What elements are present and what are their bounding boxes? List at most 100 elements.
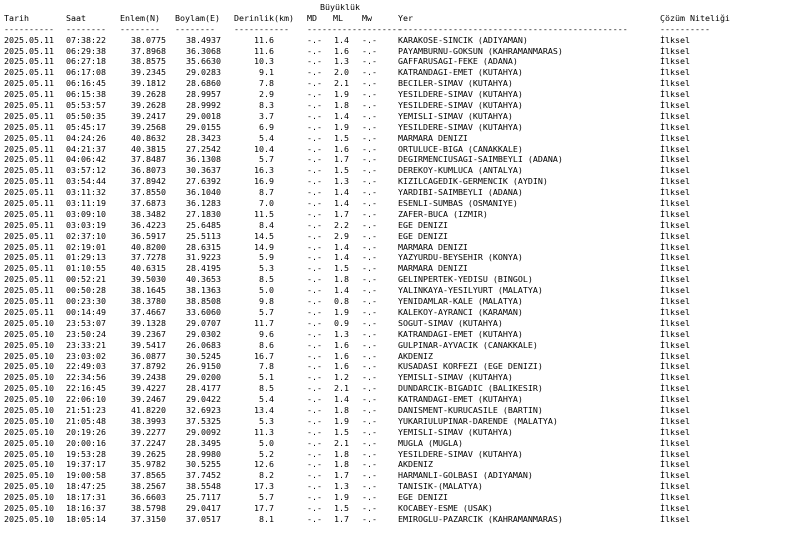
table-row: 2025.05.11 03:11:19 37.6873 36.1283 7.0 -.- 1.… (2, 198, 800, 209)
solution-quality-cell: İlksel (660, 372, 690, 383)
ml-cell: 1.4 (334, 241, 349, 252)
ml-cell: 1.3 (334, 481, 349, 492)
mw-cell: -.- (362, 121, 377, 132)
latitude-cell: 38.1645 (131, 285, 166, 296)
location-cell: MARMARA DENIZI (398, 132, 468, 143)
solution-quality-cell: İlksel (660, 296, 690, 307)
table-row: 2025.05.10 18:47:25 38.2567 38.5548 17.3 -.- 1… (2, 481, 800, 492)
date-cell: 2025.05.11 (4, 132, 54, 143)
md-cell: -.- (307, 404, 322, 415)
ml-cell: 1.6 (334, 339, 349, 350)
latitude-cell: 38.3993 (131, 415, 166, 426)
longitude-cell: 28.4177 (186, 383, 221, 394)
longitude-cell: 29.0707 (186, 317, 221, 328)
latitude-cell: 36.4223 (131, 219, 166, 230)
table-row: 2025.05.11 06:27:18 38.8575 35.6630 10.3 -.- 1… (2, 56, 800, 67)
location-cell: DUNDARCIK-BIGADIC (BALIKESIR) (398, 383, 543, 394)
solution-quality-cell: İlksel (660, 502, 690, 513)
separator-solution-quality: ---------- (660, 23, 710, 34)
date-cell: 2025.05.10 (4, 350, 54, 361)
ml-cell: 1.5 (334, 263, 349, 274)
ml-cell: 1.8 (334, 404, 349, 415)
table-row: 2025.05.11 02:19:01 40.8200 28.6315 14.9 -.- 1… (2, 242, 800, 253)
time-cell: 06:17:08 (66, 67, 106, 78)
mw-cell: -.- (362, 372, 377, 383)
date-cell: 2025.05.11 (4, 89, 54, 100)
solution-quality-cell: İlksel (660, 143, 690, 154)
ml-cell: 1.4 (334, 394, 349, 405)
location-cell: HARMANLI-GOLBASI (ADIYAMAN) (398, 470, 533, 481)
ml-cell: 1.4 (334, 285, 349, 296)
mw-cell: -.- (362, 110, 377, 121)
latitude-cell: 37.7278 (131, 252, 166, 263)
depth-cell: 9.8 (259, 296, 274, 307)
date-cell: 2025.05.10 (4, 372, 54, 383)
md-cell: -.- (307, 361, 322, 372)
header-separator-row: ---------- -------- -------- -------- --… (2, 24, 800, 35)
time-cell: 22:34:56 (66, 372, 106, 383)
date-cell: 2025.05.11 (4, 56, 54, 67)
md-cell: -.- (307, 143, 322, 154)
location-cell: ZAFER-BUCA (IZMIR) (398, 208, 488, 219)
longitude-cell: 33.6060 (186, 306, 221, 317)
latitude-cell: 37.6873 (131, 198, 166, 209)
depth-cell: 16.3 (254, 165, 274, 176)
longitude-cell: 32.6923 (186, 404, 221, 415)
ml-cell: 1.3 (334, 56, 349, 67)
time-cell: 18:47:25 (66, 481, 106, 492)
table-row: 2025.05.10 23:33:21 39.5417 26.0683 8.6 -.- 1.… (2, 340, 800, 351)
time-cell: 01:10:55 (66, 263, 106, 274)
md-cell: -.- (307, 78, 322, 89)
ml-cell: 1.9 (334, 89, 349, 100)
date-cell: 2025.05.11 (4, 208, 54, 219)
table-row: 2025.05.10 22:49:03 37.8792 26.9150 7.8 -.- 1.… (2, 361, 800, 372)
mw-cell: -.- (362, 230, 377, 241)
md-cell: -.- (307, 394, 322, 405)
separator-time: -------- (66, 23, 106, 34)
date-cell: 2025.05.11 (4, 252, 54, 263)
ml-cell: 1.9 (334, 492, 349, 503)
depth-cell: 9.6 (259, 328, 274, 339)
location-cell: KARAKOSE-SINCIK (ADIYAMAN) (398, 34, 528, 45)
time-cell: 05:45:17 (66, 121, 106, 132)
time-cell: 01:29:13 (66, 252, 106, 263)
table-row: 2025.05.10 20:19:26 39.2277 29.0092 11.3 -.- 1… (2, 427, 800, 438)
solution-quality-cell: İlksel (660, 208, 690, 219)
longitude-cell: 35.6630 (186, 56, 221, 67)
md-cell: -.- (307, 89, 322, 100)
table-row: 2025.05.10 23:50:24 39.2367 29.0302 9.6 -.- 1.… (2, 329, 800, 340)
depth-cell: 12.6 (254, 459, 274, 470)
longitude-cell: 30.5255 (186, 459, 221, 470)
ml-cell: 1.4 (334, 34, 349, 45)
ml-cell: 1.5 (334, 132, 349, 143)
longitude-cell: 37.0517 (186, 513, 221, 524)
solution-quality-cell: İlksel (660, 241, 690, 252)
date-cell: 2025.05.11 (4, 263, 54, 274)
longitude-cell: 29.0092 (186, 426, 221, 437)
location-cell: MARMARA DENIZI (398, 241, 468, 252)
ml-cell: 0.8 (334, 296, 349, 307)
md-cell: -.- (307, 372, 322, 383)
location-cell: EGE DENIZI (398, 492, 448, 503)
depth-cell: 5.7 (259, 492, 274, 503)
location-cell: ESENLI-SUMBAS (OSMANIYE) (398, 198, 518, 209)
depth-cell: 8.2 (259, 470, 274, 481)
latitude-cell: 40.8632 (131, 132, 166, 143)
ml-cell: 2.1 (334, 437, 349, 448)
location-cell: KIZILCAGEDIK-GERMENCIK (AYDIN) (398, 176, 548, 187)
date-cell: 2025.05.11 (4, 110, 54, 121)
depth-cell: 11.7 (254, 317, 274, 328)
solution-quality-cell: İlksel (660, 448, 690, 459)
longitude-cell: 28.9980 (186, 448, 221, 459)
solution-quality-cell: İlksel (660, 165, 690, 176)
location-cell: GULPINAR-AYVACIK (CANAKKALE) (398, 339, 538, 350)
location-cell: KATRANDAGI-EMET (KUTAHYA) (398, 67, 523, 78)
depth-cell: 11.6 (254, 45, 274, 56)
table-row: 2025.05.11 06:17:08 39.2345 29.0283 9.1 -.- 2.… (2, 67, 800, 78)
location-cell: EGE DENIZI (398, 219, 448, 230)
depth-cell: 5.0 (259, 437, 274, 448)
solution-quality-cell: İlksel (660, 274, 690, 285)
md-cell: -.- (307, 34, 322, 45)
longitude-cell: 38.5548 (186, 481, 221, 492)
date-cell: 2025.05.10 (4, 426, 54, 437)
